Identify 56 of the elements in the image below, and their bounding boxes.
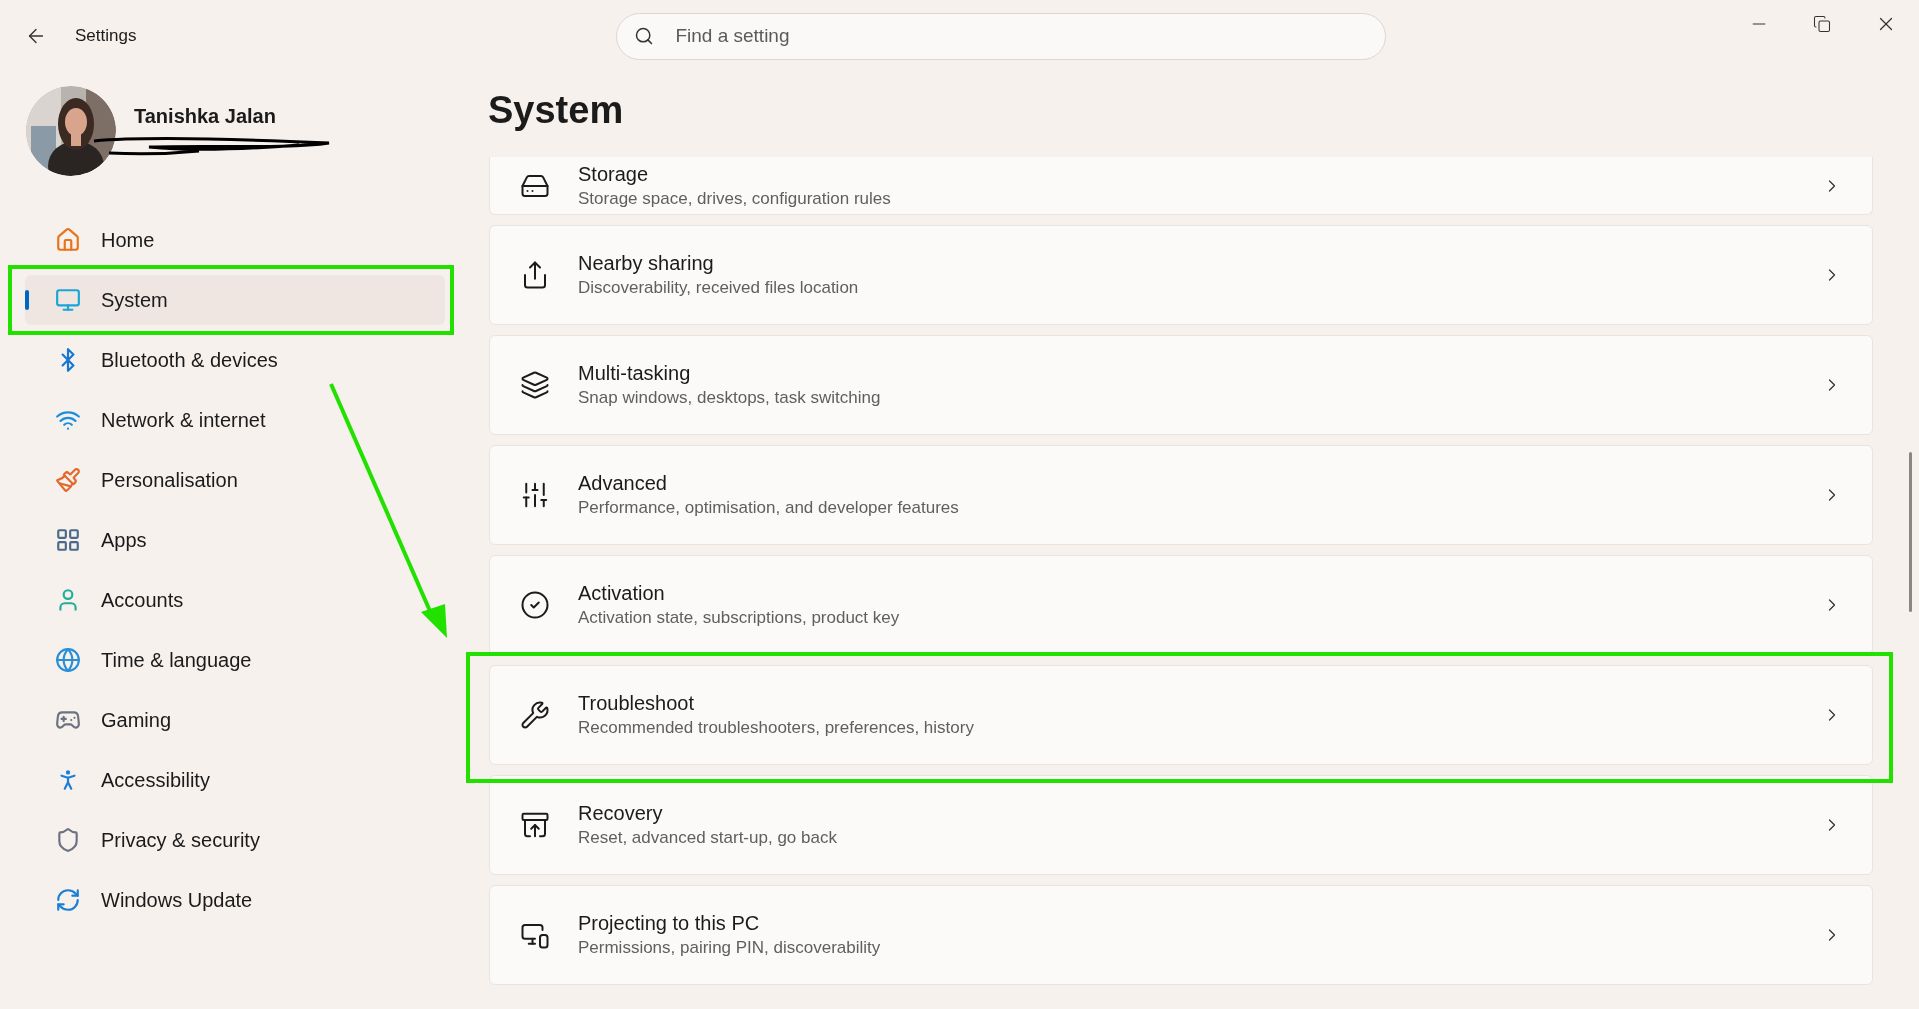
settings-card[interactable]: Advanced Performance, optimisation, and developer features (489, 445, 1873, 545)
setting-description: Performance, optimisation, and developer features (578, 497, 960, 519)
window-title: Settings (75, 25, 137, 48)
restore-icon (520, 810, 550, 840)
sidebar-item[interactable]: Home (25, 215, 445, 265)
account-name: Tanishka Jalan (134, 104, 277, 129)
setting-description: Snap windows, desktops, task switching (578, 387, 882, 409)
settings-card[interactable]: Multi-tasking Snap windows, desktops, task switching (489, 335, 1873, 435)
shield-icon (55, 827, 81, 853)
paintbrush-icon (55, 467, 81, 493)
sidebar-item[interactable]: Time & language (25, 635, 445, 685)
setting-title: Projecting to this PC (578, 911, 761, 936)
sidebar-item[interactable]: Accessibility (25, 755, 445, 805)
sidebar-item[interactable]: System (25, 275, 445, 325)
check-circle-icon (520, 590, 550, 620)
setting-description: Discoverability, received files location (578, 277, 860, 299)
sidebar-item[interactable]: Gaming (25, 695, 445, 745)
setting-title: Storage (578, 161, 650, 187)
sidebar-item[interactable]: Bluetooth & devices (25, 335, 445, 385)
settings-card[interactable]: Storage Storage space, drives, configuration rules (489, 157, 1873, 215)
sliders-icon (520, 480, 550, 510)
search-field[interactable]: Find a setting (616, 12, 1387, 60)
sidebar-item[interactable]: Personalisation (25, 455, 445, 505)
house-icon (55, 227, 81, 253)
setting-description: Permissions, pairing PIN, discoverability (578, 937, 882, 959)
setting-description: Storage space, drives, configuration rules (578, 187, 892, 210)
selection-indicator (25, 290, 29, 310)
setting-title: Advanced (578, 471, 668, 496)
sidebar-item[interactable]: Network & internet (25, 395, 445, 445)
setting-description: Activation state, subscriptions, product key (578, 607, 901, 629)
monitor-icon (55, 287, 81, 313)
settings-card[interactable]: Recovery Reset, advanced start-up, go back (489, 775, 1873, 875)
settings-card[interactable]: Projecting to this PC Permissions, pairing PIN, discoverability (489, 885, 1873, 985)
setting-title: Multi-tasking (578, 361, 692, 386)
stacked-windows-icon (520, 370, 550, 400)
sidebar-item[interactable]: Privacy & security (25, 815, 445, 865)
sidebar-item[interactable]: Apps (25, 515, 445, 565)
setting-title: Activation (578, 581, 666, 606)
page-title: System (488, 88, 625, 133)
setting-title: Recovery (578, 801, 664, 826)
settings-card[interactable]: Activation Activation state, subscriptions, product key (489, 555, 1873, 655)
sidebar-item[interactable]: Accounts (25, 575, 445, 625)
sidebar-item[interactable]: Windows Update (25, 875, 445, 925)
setting-title: Nearby sharing (578, 251, 715, 276)
wrench-icon (520, 700, 550, 730)
apps-grid-icon (55, 527, 81, 553)
search-icon (634, 25, 655, 46)
setting-description: Recommended troubleshooters, preferences, history (578, 717, 975, 739)
setting-description: Reset, advanced start-up, go back (578, 827, 838, 849)
restore-window-icon[interactable] (1813, 15, 1831, 33)
globe-icon (55, 647, 81, 673)
scrollbar-thumb[interactable] (1909, 452, 1912, 612)
settings-card[interactable]: Troubleshoot Recommended troubleshooters, preferences, history (489, 665, 1873, 765)
update-icon (55, 887, 81, 913)
setting-title: Troubleshoot (578, 691, 695, 716)
settings-card[interactable]: Nearby sharing Discoverability, received files location (489, 225, 1873, 325)
